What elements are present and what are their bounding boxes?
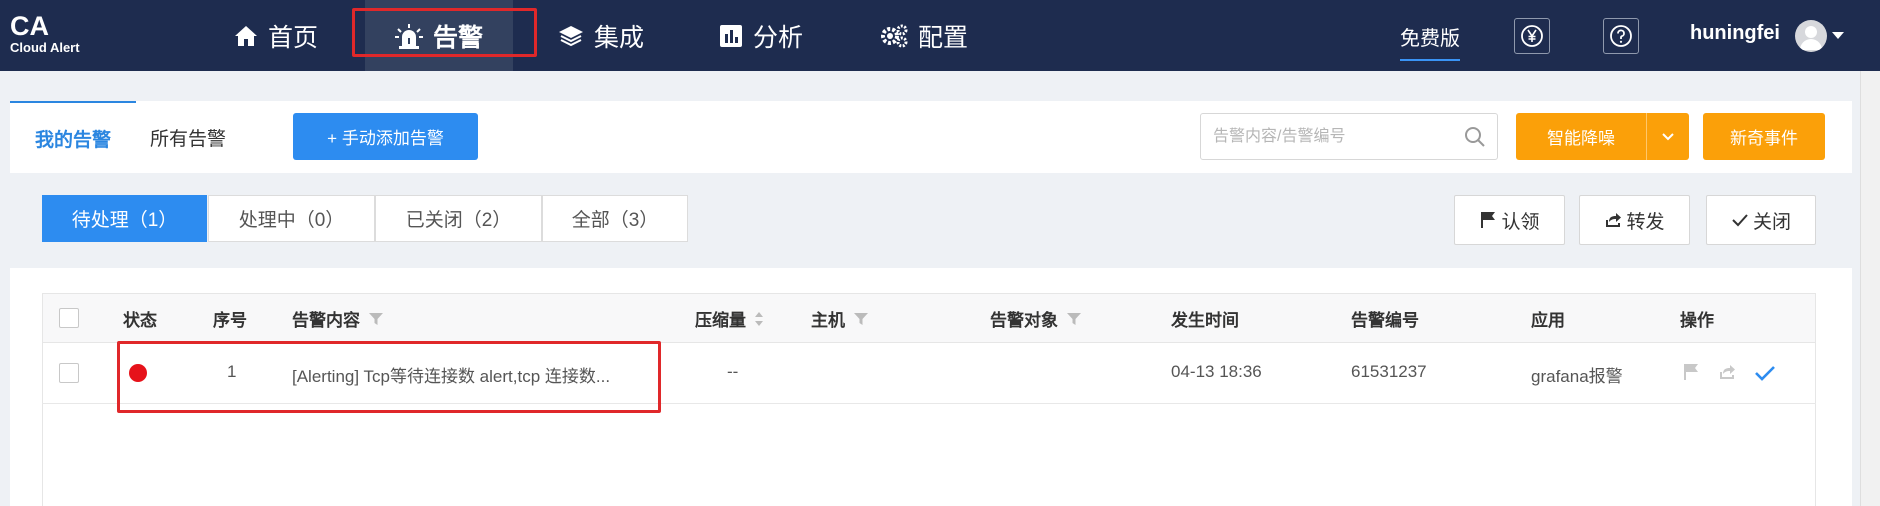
- forward-share-icon[interactable]: [1717, 363, 1737, 381]
- search-input[interactable]: [1200, 113, 1498, 160]
- nav-label-integration: 集成: [594, 23, 645, 52]
- tab-my-alerts[interactable]: 我的告警: [10, 101, 136, 173]
- logo-subtitle: Cloud Alert: [10, 40, 80, 55]
- claim-button[interactable]: 认领: [1454, 195, 1565, 245]
- claim-flag-icon[interactable]: [1682, 363, 1700, 381]
- close-button[interactable]: 关闭: [1706, 195, 1816, 245]
- check-icon: [1732, 214, 1748, 227]
- col-header-target-label: 告警对象: [990, 311, 1058, 330]
- tab-all-alerts[interactable]: 所有告警: [150, 101, 226, 173]
- filter-all[interactable]: 全部（3）: [542, 195, 688, 242]
- flag-icon: [1481, 212, 1496, 228]
- col-header-host[interactable]: 主机: [811, 306, 869, 331]
- help-button[interactable]: [1603, 18, 1639, 54]
- row-id: 61531237: [1351, 362, 1427, 381]
- col-header-status: 状态: [123, 311, 157, 330]
- nav-item-integration[interactable]: 集成: [558, 0, 644, 71]
- filter-processing[interactable]: 处理中（0）: [208, 195, 375, 242]
- filter-closed[interactable]: 已关闭（2）: [375, 195, 542, 242]
- col-header-time: 发生时间: [1171, 311, 1239, 330]
- forward-button[interactable]: 转发: [1579, 195, 1690, 245]
- plan-link[interactable]: 免费版: [1400, 22, 1460, 61]
- bar-chart-icon: [720, 24, 742, 47]
- noise-reduction-dropdown[interactable]: [1647, 113, 1689, 160]
- forward-label: 转发: [1626, 211, 1665, 233]
- row-app: grafana报警: [1531, 367, 1623, 386]
- col-header-content-label: 告警内容: [292, 311, 360, 330]
- filter-icon[interactable]: [1066, 312, 1082, 326]
- col-header-ops: 操作: [1680, 311, 1714, 330]
- filter-icon[interactable]: [368, 312, 384, 326]
- user-avatar-icon: [1800, 26, 1822, 50]
- add-alert-button[interactable]: + 手动添加告警: [293, 113, 478, 160]
- col-header-seq: 序号: [213, 311, 247, 330]
- close-label: 关闭: [1752, 211, 1791, 233]
- filter-icon[interactable]: [853, 312, 869, 326]
- layers-icon: [559, 25, 583, 46]
- highlight-box-alerts-nav: [352, 8, 537, 57]
- close-check-icon[interactable]: [1754, 364, 1776, 382]
- row-time: 04-13 18:36: [1171, 362, 1262, 381]
- col-header-app: 应用: [1531, 311, 1565, 330]
- claim-label: 认领: [1501, 211, 1540, 233]
- search-icon[interactable]: [1464, 126, 1486, 148]
- row-checkbox[interactable]: [59, 363, 79, 383]
- noise-reduction-button[interactable]: 智能降噪: [1516, 113, 1646, 160]
- avatar[interactable]: [1795, 20, 1827, 52]
- scrollbar[interactable]: [1860, 71, 1880, 506]
- share-icon: [1606, 213, 1622, 227]
- col-header-compress-label: 压缩量: [695, 311, 746, 330]
- gears-icon: [881, 24, 908, 47]
- col-header-target[interactable]: 告警对象: [990, 306, 1082, 331]
- sort-icon[interactable]: [754, 311, 764, 327]
- username[interactable]: huningfei: [1690, 22, 1780, 45]
- highlight-box-alert-row: [117, 341, 661, 413]
- nav-label-config: 配置: [918, 23, 969, 52]
- filter-pending[interactable]: 待处理（1）: [42, 195, 207, 242]
- select-all-checkbox[interactable]: [59, 308, 79, 328]
- billing-button[interactable]: [1514, 18, 1550, 54]
- chevron-down-icon: [1662, 132, 1674, 140]
- nav-item-home[interactable]: 首页: [234, 0, 318, 71]
- home-icon: [235, 25, 257, 46]
- col-header-content[interactable]: 告警内容: [292, 306, 384, 331]
- nav-item-config[interactable]: 配置: [880, 0, 968, 71]
- nav-label-analysis: 分析: [753, 23, 804, 52]
- row-compress: --: [727, 362, 739, 381]
- col-header-id: 告警编号: [1351, 311, 1419, 330]
- nav-label-home: 首页: [268, 23, 319, 52]
- nav-item-analysis[interactable]: 分析: [719, 0, 803, 71]
- user-menu-caret-icon[interactable]: [1832, 32, 1844, 39]
- logo-title: CA: [10, 11, 49, 41]
- yen-icon: [1521, 25, 1543, 47]
- help-icon: [1610, 25, 1632, 47]
- col-header-host-label: 主机: [811, 311, 845, 330]
- col-header-compress[interactable]: 压缩量: [695, 306, 764, 331]
- novel-events-button[interactable]: 新奇事件: [1703, 113, 1825, 160]
- logo[interactable]: CA Cloud Alert: [10, 12, 80, 56]
